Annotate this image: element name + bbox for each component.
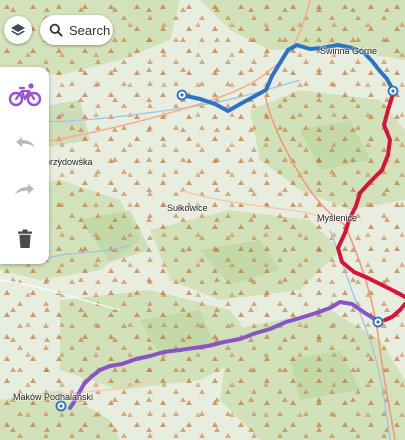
place-label-swinna: Świnna Górne <box>320 46 378 56</box>
place-label-makow: Maków Podhalański <box>13 392 94 402</box>
place-label-myslenice: Myślenice <box>317 213 358 223</box>
search-button[interactable]: Search <box>40 15 113 45</box>
redo-icon <box>14 184 34 195</box>
undo-icon <box>15 137 35 148</box>
waypoint-top-right[interactable] <box>387 85 399 97</box>
search-icon <box>49 23 63 37</box>
layers-icon <box>11 24 25 36</box>
waypoint-end[interactable] <box>55 400 67 412</box>
redo-button[interactable] <box>0 170 49 210</box>
undo-button[interactable] <box>0 123 49 163</box>
search-label: Search <box>69 22 111 38</box>
place-label-brzydowska: orzydowska <box>45 157 93 167</box>
trash-icon <box>17 229 32 248</box>
waypoint-start[interactable] <box>176 89 188 101</box>
waypoint-east[interactable] <box>372 316 384 328</box>
place-label-sulkowice: Sułkowice <box>167 203 208 213</box>
route-planner-app: Świnna Górne orzydowska Sułkowice Myślen… <box>0 0 405 440</box>
layers-button[interactable] <box>4 16 32 44</box>
delete-route-button[interactable] <box>0 219 49 259</box>
bicycle-icon <box>8 83 41 107</box>
bike-mode-button[interactable] <box>0 75 49 115</box>
route-toolbar <box>0 67 49 264</box>
